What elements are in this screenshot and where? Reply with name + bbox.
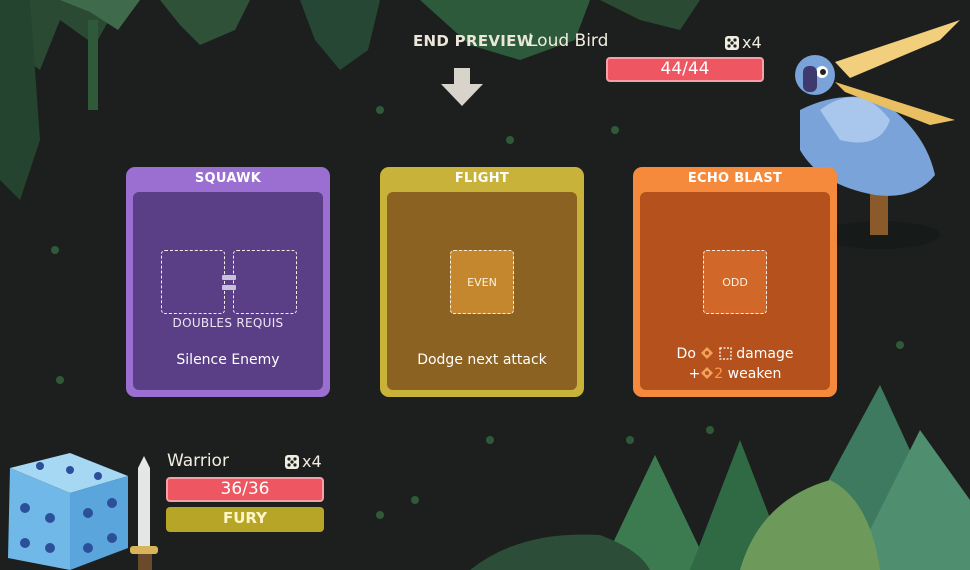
player-status-fury: FURY [166,507,324,532]
slot-label: EVEN [467,275,497,289]
dice-slot-right[interactable] [233,250,297,314]
equals-link-icon [222,275,236,290]
card-body: EVEN Dodge next attack [387,192,577,390]
card-squawk[interactable]: SQUAWK DOUBLES REQUIS Silence Enemy [126,167,330,397]
card-description: Do damage [676,346,794,362]
empty-slot-icon [719,347,732,360]
card-description: Dodge next attack [417,352,547,368]
card-title: FLIGHT [454,171,510,186]
card-body: DOUBLES REQUIS Silence Enemy [133,192,323,390]
dice-slot-left[interactable] [161,250,225,314]
card-title: SQUAWK [194,171,262,186]
card-echo-blast[interactable]: ECHO BLAST ODD Do damage + 2 weaken [633,167,837,397]
dice-slot-odd[interactable]: ODD [703,250,767,314]
enemy-hp-bar: 44/44 [606,57,764,82]
dice-icon [725,35,739,50]
dice-icon [285,454,299,469]
enemy-name: Loud Bird [528,31,609,51]
damage-pip-icon [701,347,714,359]
down-arrow-icon [441,68,483,106]
player-hp-bar: 36/36 [166,477,324,502]
end-preview-button[interactable]: END PREVIEW [413,32,534,50]
card-description-line2: + 2 weaken [688,366,782,382]
damage-pip-icon [701,367,714,379]
enemy-dice-count: x4 [724,33,762,52]
card-description: Silence Enemy [176,352,280,368]
warrior-dice-avatar [8,453,158,570]
card-flight[interactable]: FLIGHT EVEN Dodge next attack [380,167,584,397]
player-name: Warrior [167,451,229,471]
dice-slot-even[interactable]: EVEN [450,250,514,314]
slot-label: ODD [722,275,748,289]
card-body: ODD Do damage + 2 weaken [640,192,830,390]
player-dice-count: x4 [284,452,322,471]
card-title: ECHO BLAST [687,171,783,186]
requirement-label: DOUBLES REQUIS [172,316,284,330]
